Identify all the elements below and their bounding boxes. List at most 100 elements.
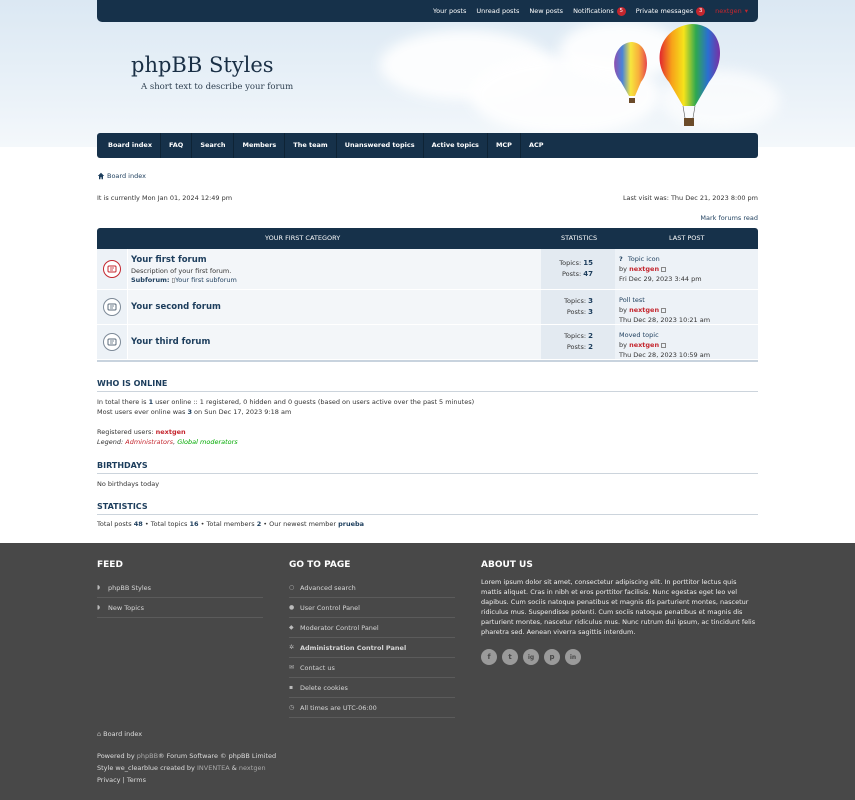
style-credit: Style we_clearblue created by INVENTEA &… [97, 764, 266, 772]
feed-item[interactable]: ◗ phpBB Styles [97, 578, 263, 598]
mark-forums-read-link[interactable]: Mark forums read [700, 214, 758, 222]
nav-faq[interactable]: FAQ [161, 133, 193, 158]
nav-active-topics[interactable]: Active topics [424, 133, 488, 158]
forum-read-icon [103, 298, 121, 316]
pinterest-icon[interactable]: p [544, 649, 560, 665]
inventea-link[interactable]: INVENTEA [197, 764, 230, 772]
registered-users: Registered users: nextgen Legend: Admini… [97, 428, 238, 446]
last-post-author-link[interactable]: nextgen [629, 306, 659, 314]
trash-icon: ▪ [289, 683, 294, 691]
goto-title: GO TO PAGE [289, 560, 351, 570]
footer-board-index-link[interactable]: ⌂ Board index [97, 730, 142, 738]
linkedin-icon[interactable]: in [565, 649, 581, 665]
nav-acp[interactable]: ACP [521, 133, 552, 158]
breadcrumb-board-index[interactable]: Board index [107, 172, 146, 180]
birthdays-text: No birthdays today [97, 480, 160, 488]
topics-stat: Topics: 3 [564, 297, 593, 305]
notifications-count-badge: 5 [616, 6, 626, 16]
gear-icon: ✲ [289, 643, 295, 651]
user-icon: ● [289, 603, 295, 611]
feed-title: FEED [97, 560, 123, 570]
unread-posts-link[interactable]: Unread posts [476, 7, 519, 15]
clock-icon: ◷ [289, 703, 295, 711]
last-post-title-link[interactable]: Topic icon [628, 255, 660, 263]
topics-stat: Topics: 15 [559, 259, 593, 267]
view-latest-post-icon[interactable] [661, 266, 667, 272]
last-visit: Last visit was: Thu Dec 21, 2023 8:00 pm [622, 194, 758, 202]
notifications-link[interactable]: Notifications 5 [573, 6, 626, 16]
powered-by: Powered by phpBB® Forum Software © phpBB… [97, 752, 277, 760]
subforum-link[interactable]: Your first subforum [175, 276, 237, 284]
new-posts-link[interactable]: New posts [529, 7, 563, 15]
private-messages-link[interactable]: Private messages 3 [636, 6, 706, 16]
facebook-icon[interactable]: f [481, 649, 497, 665]
last-post-date: Thu Dec 28, 2023 10:21 am [619, 316, 711, 324]
category-title[interactable]: YOUR FIRST CATEGORY [265, 228, 340, 249]
chevron-down-icon: ▾ [744, 7, 748, 15]
forum-list-bottom-border [97, 360, 758, 362]
main-navbar: Board index FAQ Search Members The team … [97, 133, 758, 158]
nav-board-index[interactable]: Board index [97, 133, 162, 158]
statistics-heading: STATISTICS [97, 502, 758, 515]
posts-stat: Posts: 2 [566, 343, 593, 351]
posts-stat: Posts: 47 [561, 270, 593, 278]
rss-icon: ◗ [97, 603, 101, 611]
phpbb-link[interactable]: phpBB [137, 752, 158, 760]
envelope-icon: ✉ [289, 663, 295, 671]
view-latest-post-icon[interactable] [661, 307, 667, 313]
timezone-info: ◷ All times are UTC-06:00 [289, 698, 455, 718]
forum-row: Your third forum Topics: 2 Posts: 2 Move… [97, 325, 758, 360]
birthdays-heading: BIRTHDAYS [97, 461, 758, 474]
last-post-column-header: LAST POST [669, 234, 705, 242]
privacy-link[interactable]: Privacy [97, 776, 121, 784]
last-post-date: Fri Dec 29, 2023 3:44 pm [619, 275, 702, 283]
statistics-column-header: STATISTICS [561, 234, 598, 242]
nav-unanswered-topics[interactable]: Unanswered topics [337, 133, 424, 158]
who-is-online-heading[interactable]: WHO IS ONLINE [97, 379, 758, 392]
social-links: f t ig p in [481, 649, 581, 665]
admin-control-panel-link[interactable]: ✲ Administration Control Panel [289, 638, 455, 658]
feed-item[interactable]: ◗ New Topics [97, 598, 263, 618]
last-post-title-link[interactable]: Moved topic [619, 330, 754, 340]
subforum-label: Subforum: [131, 276, 170, 284]
delete-cookies-link[interactable]: ▪ Delete cookies [289, 678, 455, 698]
twitter-icon[interactable]: t [502, 649, 518, 665]
site-header: phpBB Styles A short text to describe yo… [0, 0, 855, 147]
last-post-author-link[interactable]: nextgen [629, 265, 659, 273]
terms-link[interactable]: Terms [127, 776, 146, 784]
posts-stat: Posts: 3 [566, 308, 593, 316]
legend-global-moderators-link[interactable]: Global moderators [177, 438, 237, 446]
nav-search[interactable]: Search [192, 133, 235, 158]
pm-count-badge: 3 [696, 6, 706, 16]
about-text: Lorem ipsum dolor sit amet, consectetur … [481, 578, 756, 636]
nextgen-link[interactable]: nextgen [239, 764, 266, 772]
view-latest-post-icon[interactable] [661, 342, 667, 348]
site-title[interactable]: phpBB Styles [131, 53, 274, 77]
username: nextgen [715, 7, 742, 15]
nav-mcp[interactable]: MCP [488, 133, 521, 158]
home-icon [97, 172, 105, 180]
goto-list: ○ Advanced search ● User Control Panel ◆ Mo… [289, 578, 455, 718]
balloons-illustration [614, 24, 721, 126]
user-menu[interactable]: nextgen ▾ [715, 7, 748, 15]
user-control-panel-link[interactable]: ● User Control Panel [289, 598, 455, 618]
online-summary: In total there is 1 user online :: 1 reg… [97, 398, 475, 416]
breadcrumb[interactable]: Board index [97, 172, 146, 180]
search-icon: ○ [289, 583, 295, 591]
topics-stat: Topics: 2 [564, 332, 593, 340]
newest-member-link[interactable]: prueba [338, 520, 364, 528]
your-posts-link[interactable]: Your posts [433, 7, 466, 15]
nav-the-team[interactable]: The team [285, 133, 337, 158]
contact-us-link[interactable]: ✉ Contact us [289, 658, 455, 678]
notifications-label: Notifications [573, 7, 614, 15]
instagram-icon[interactable]: ig [523, 649, 539, 665]
legend-administrators-link[interactable]: Administrators [125, 438, 173, 446]
last-post-author-link[interactable]: nextgen [629, 341, 659, 349]
online-user-link[interactable]: nextgen [156, 428, 186, 436]
moderator-control-panel-link[interactable]: ◆ Moderator Control Panel [289, 618, 455, 638]
advanced-search-link[interactable]: ○ Advanced search [289, 578, 455, 598]
about-title: ABOUT US [481, 560, 533, 570]
last-post-title-link[interactable]: Poll test [619, 295, 754, 305]
feed-list: ◗ phpBB Styles ◗ New Topics [97, 578, 263, 618]
nav-members[interactable]: Members [234, 133, 286, 158]
